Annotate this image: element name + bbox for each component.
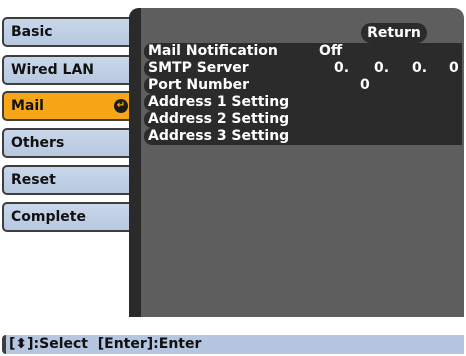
menu-tab-others[interactable]: Others xyxy=(2,128,136,158)
row-label: Mail Notification xyxy=(148,43,278,59)
address-1-setting-row[interactable]: Address 1 Setting xyxy=(144,94,462,111)
menu-tab-basic[interactable]: Basic xyxy=(2,17,136,47)
menu-tab-complete[interactable]: Complete xyxy=(2,202,136,232)
row-label: Address 1 Setting xyxy=(148,94,290,110)
mail-notification-value: Off xyxy=(319,43,343,59)
smtp-ip-octet-3: 0. xyxy=(412,60,428,76)
smtp-ip-octet-2: 0. xyxy=(374,60,390,76)
smtp-ip-octet-4: 0 xyxy=(449,60,459,76)
port-number-row[interactable]: Port Number 0 xyxy=(144,77,462,94)
return-button[interactable]: Return xyxy=(361,23,427,43)
address-3-setting-row[interactable]: Address 3 Setting xyxy=(144,128,462,145)
enter-icon: ↵ xyxy=(114,99,128,113)
smtp-server-row[interactable]: SMTP Server 0. 0. 0. 0 xyxy=(144,60,462,77)
menu-tab-label: Mail xyxy=(11,98,44,114)
port-number-value: 0 xyxy=(360,77,370,93)
help-bar: [⬍]:Select [Enter]:Enter xyxy=(2,335,464,354)
row-label: SMTP Server xyxy=(148,60,249,76)
menu-tab-wired-lan[interactable]: Wired LAN xyxy=(2,55,136,85)
menu-tab-label: Complete xyxy=(11,209,86,225)
panel-shadow xyxy=(129,8,141,317)
menu-tab-reset[interactable]: Reset xyxy=(2,165,136,195)
menu-tab-label: Wired LAN xyxy=(11,62,95,78)
row-label: Address 3 Setting xyxy=(148,128,290,144)
menu-tab-label: Others xyxy=(11,135,65,151)
smtp-ip-octet-1: 0. xyxy=(334,60,350,76)
address-2-setting-row[interactable]: Address 2 Setting xyxy=(144,111,462,128)
menu-tab-label: Reset xyxy=(11,172,56,188)
mail-settings-panel: Return Mail Notification Off SMTP Server… xyxy=(129,8,464,317)
menu-tab-mail[interactable]: Mail ↵ xyxy=(2,91,136,121)
row-label: Address 2 Setting xyxy=(148,111,290,127)
menu-tab-label: Basic xyxy=(11,24,53,40)
row-label: Port Number xyxy=(148,77,250,93)
projector-menu-screen: Basic Wired LAN Mail ↵ Others Reset Comp… xyxy=(0,0,466,356)
mail-notification-row[interactable]: Mail Notification Off xyxy=(144,43,462,60)
